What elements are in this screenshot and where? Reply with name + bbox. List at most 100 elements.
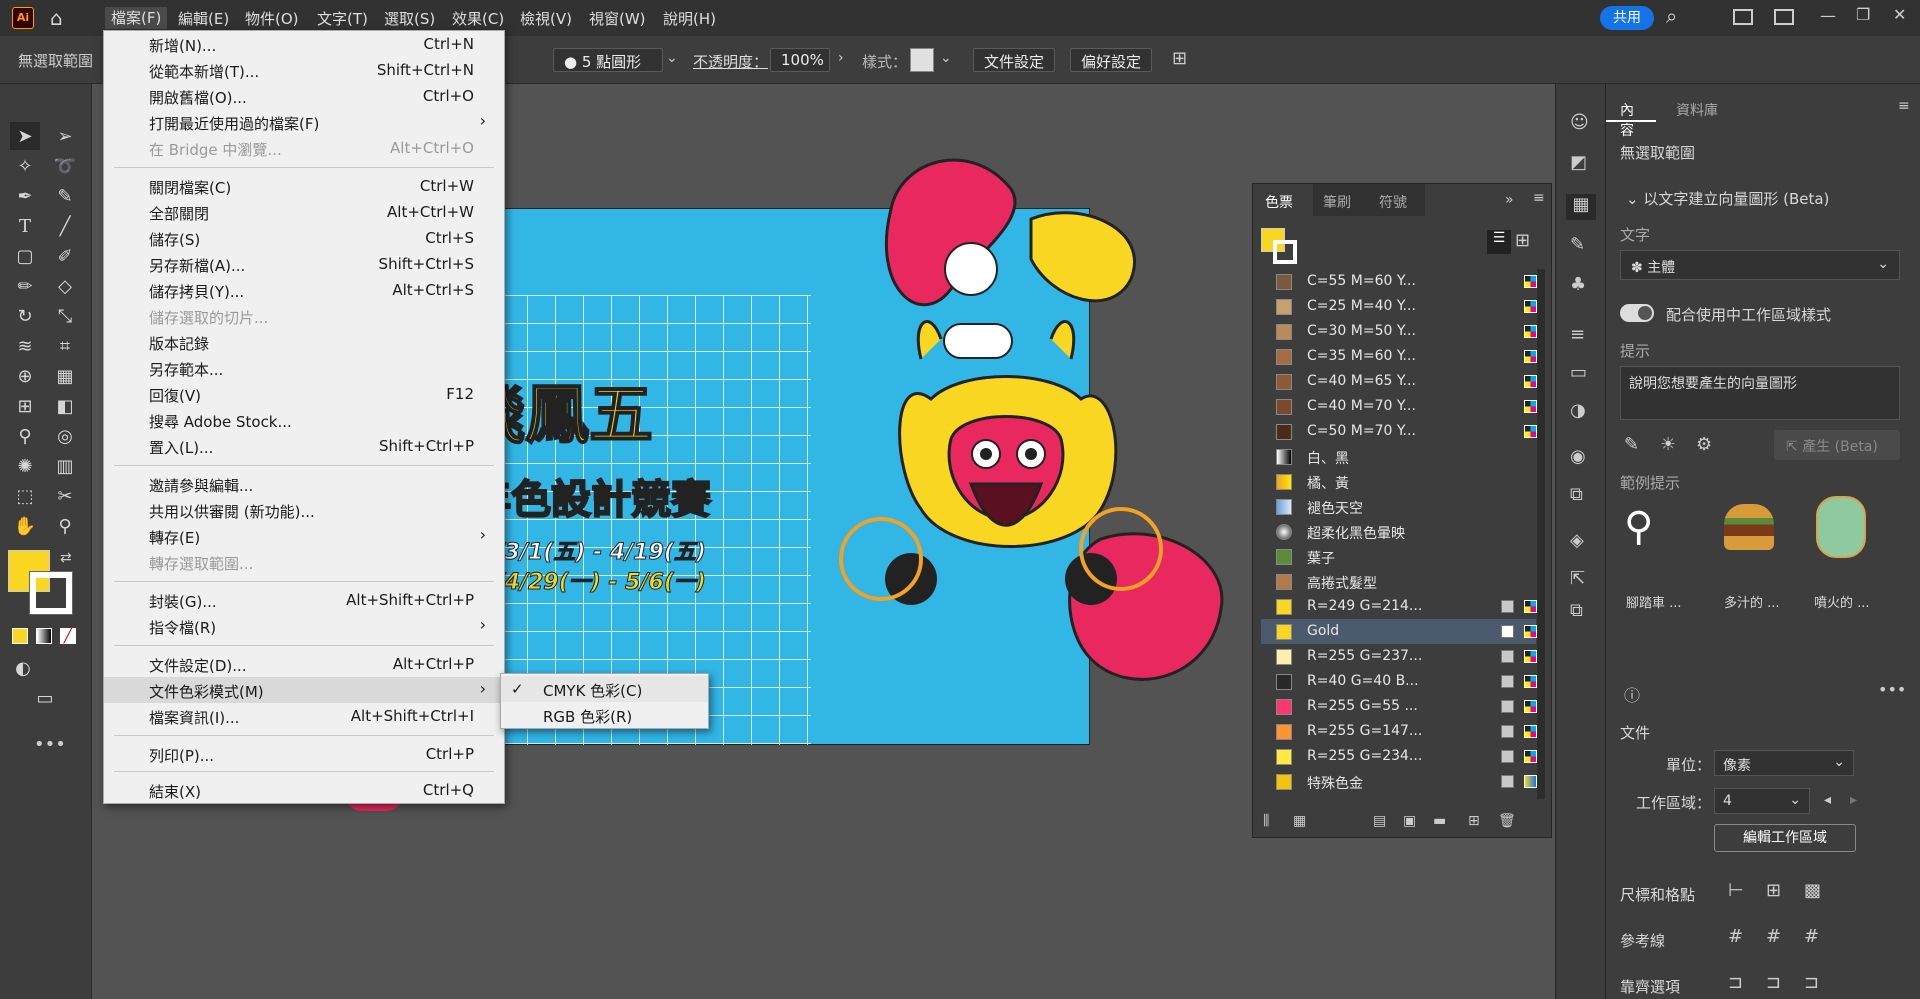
- menu-save-as[interactable]: 另存新檔(A)... Shift+Ctrl+S: [104, 251, 504, 277]
- color-guide-icon[interactable]: ☺: [1570, 112, 1589, 133]
- direct-selection-tool-icon[interactable]: ➢: [50, 122, 80, 150]
- menu-new[interactable]: 新增(N)... Ctrl+N: [104, 31, 504, 57]
- edit-artboards-button[interactable]: 編輯工作區域: [1714, 824, 1856, 852]
- show-kinds-icon[interactable]: ▦: [1293, 813, 1306, 829]
- swatches-panel-icon[interactable]: ▦: [1566, 194, 1596, 220]
- swatch-row[interactable]: R=249 G=214...: [1261, 594, 1537, 619]
- tab-brushes[interactable]: 筆刷: [1313, 184, 1369, 216]
- rotate-icon[interactable]: ↻: [10, 302, 40, 330]
- appearance-icon[interactable]: ◉: [1570, 446, 1586, 467]
- close-icon[interactable]: ✕: [1893, 5, 1906, 24]
- next-artboard-icon[interactable]: ▸: [1850, 792, 1857, 808]
- free-transform-icon[interactable]: ⌗: [50, 332, 80, 360]
- delete-icon[interactable]: 🗑: [1498, 813, 1516, 829]
- more-tools-icon[interactable]: •••: [34, 734, 66, 755]
- smart-guides-icon[interactable]: #: [1804, 926, 1819, 947]
- arrange-icon[interactable]: [1774, 9, 1794, 25]
- mesh-icon[interactable]: ⊞: [10, 392, 40, 420]
- menu-scripts[interactable]: 指令檔(R) ›: [104, 613, 504, 639]
- new-group-icon[interactable]: ▬: [1433, 813, 1446, 829]
- menu-object[interactable]: 物件(O): [245, 8, 299, 29]
- example-burger-icon[interactable]: [1724, 504, 1774, 550]
- swatch-group-row[interactable]: 葉子: [1261, 544, 1536, 569]
- symbol-sprayer-icon[interactable]: ✺: [10, 452, 40, 480]
- swatch-row[interactable]: C=40 M=65 Y...: [1261, 369, 1537, 394]
- search-icon[interactable]: ⌕: [1666, 4, 1677, 28]
- snap-point-icon[interactable]: ⊐: [1728, 972, 1743, 993]
- menu-open-recent[interactable]: 打開最近使用過的檔案(F) ›: [104, 109, 504, 135]
- brushes-panel-icon[interactable]: ✎: [1570, 234, 1585, 255]
- swatch-group-row[interactable]: 超柔化黑色暈映: [1261, 519, 1536, 544]
- menu-type[interactable]: 文字(T): [317, 8, 368, 29]
- warp-icon[interactable]: ≋: [10, 332, 40, 360]
- stroke-panel-icon[interactable]: ≡: [1570, 324, 1585, 345]
- snap-glyph-icon[interactable]: ⊐: [1804, 972, 1819, 993]
- effects-icon[interactable]: ☀: [1660, 434, 1676, 455]
- menu-document-setup[interactable]: 文件設定(D)... Alt+Ctrl+P: [104, 651, 504, 677]
- menu-print[interactable]: 列印(P)... Ctrl+P: [104, 741, 504, 767]
- shape-builder-icon[interactable]: ⊕: [10, 362, 40, 390]
- lock-guides-icon[interactable]: #: [1766, 926, 1781, 947]
- menu-place[interactable]: 置入(L)... Shift+Ctrl+P: [104, 433, 504, 459]
- hand-tool-icon[interactable]: ✋: [10, 512, 40, 540]
- swatch-row[interactable]: C=35 M=60 Y...: [1261, 344, 1537, 369]
- menu-close[interactable]: 關閉檔案(C) Ctrl+W: [104, 173, 504, 199]
- info-icon[interactable]: ⓘ: [1624, 682, 1640, 706]
- artboard-select[interactable]: 4 ⌄: [1714, 788, 1810, 814]
- swatch-row[interactable]: R=255 G=55 ...: [1261, 694, 1537, 719]
- doc-setup-button[interactable]: 文件設定: [973, 48, 1056, 72]
- workspace-icon[interactable]: [1733, 9, 1753, 25]
- selection-tool-icon[interactable]: ➤: [10, 122, 40, 150]
- gradient-panel-icon[interactable]: ◩: [1570, 152, 1587, 173]
- menu-revert[interactable]: 回復(V) F12: [104, 381, 504, 407]
- eraser-icon[interactable]: ◇: [50, 272, 80, 300]
- preferences-button[interactable]: 偏好設定: [1070, 48, 1153, 72]
- menu-open[interactable]: 開啟舊檔(O)... Ctrl+O: [104, 83, 504, 109]
- swatch-scrollbar[interactable]: [1537, 269, 1545, 799]
- menu-file[interactable]: 檔案(F): [105, 7, 168, 29]
- type-tool-icon[interactable]: T: [10, 212, 40, 240]
- layers-icon[interactable]: ◈: [1570, 530, 1584, 551]
- menu-save-template[interactable]: 另存範本...: [104, 355, 504, 381]
- grid-icon[interactable]: ⊞: [1766, 880, 1781, 901]
- menu-save-copy[interactable]: 儲存拷貝(Y)... Alt+Ctrl+S: [104, 277, 504, 303]
- menu-edit[interactable]: 編輯(E): [178, 8, 229, 29]
- menu-export[interactable]: 轉存(E) ›: [104, 523, 504, 549]
- blend-icon[interactable]: ◎: [50, 422, 80, 450]
- swatch-row[interactable]: 特殊色金: [1261, 769, 1537, 794]
- gradient-icon[interactable]: ◧: [50, 392, 80, 420]
- share-button[interactable]: 共用: [1600, 6, 1654, 30]
- menu-view[interactable]: 檢視(V): [520, 8, 572, 29]
- perspective-icon[interactable]: ▦: [50, 362, 80, 390]
- artboards-icon[interactable]: ⧉: [1570, 600, 1583, 621]
- panel-menu-icon[interactable]: ≡: [1533, 190, 1545, 206]
- ai-logo[interactable]: Ai: [12, 7, 34, 29]
- menu-window[interactable]: 視窗(W): [589, 8, 646, 29]
- symbols-panel-icon[interactable]: ♣: [1570, 274, 1586, 295]
- menu-cmyk-color[interactable]: ✓ CMYK 色彩(C): [501, 676, 708, 702]
- menu-effect[interactable]: 效果(C): [452, 8, 504, 29]
- ruler-icon[interactable]: ⊢: [1728, 880, 1744, 901]
- tab-symbols[interactable]: 符號: [1369, 184, 1425, 216]
- gradient-icon[interactable]: ▭: [1570, 362, 1587, 383]
- swatch-group-row[interactable]: 褪色天空: [1261, 494, 1536, 519]
- draw-mode-icon[interactable]: ◐: [8, 654, 38, 682]
- opacity-label[interactable]: 不透明度：: [693, 51, 768, 72]
- swatch-row[interactable]: C=50 M=70 Y...: [1261, 419, 1537, 444]
- panel-menu-icon[interactable]: ≡: [1898, 98, 1910, 114]
- tab-properties[interactable]: 內容: [1606, 94, 1656, 139]
- gradient-mode-icon[interactable]: [36, 628, 52, 644]
- menu-document-color-mode[interactable]: 文件色彩模式(M) ›: [104, 677, 504, 703]
- swatch-row[interactable]: C=30 M=50 Y...: [1261, 319, 1537, 344]
- pen-tool-icon[interactable]: ✒: [10, 182, 40, 210]
- swatch-row-selected[interactable]: Gold: [1261, 619, 1537, 644]
- subject-dropdown[interactable]: ✽ 主體 ⌄: [1620, 250, 1900, 280]
- artboard[interactable]: 飛鳳五 年色設計競賽 24/3/1(五) - 4/19(五) 24/4/29(一…: [460, 158, 1224, 745]
- match-style-toggle[interactable]: [1620, 304, 1654, 322]
- brush-dropdown[interactable]: ● 5 點圓形: [553, 48, 663, 72]
- swatch-group-row[interactable]: 橘、黃: [1261, 469, 1536, 494]
- curvature-icon[interactable]: ✎: [50, 182, 80, 210]
- new-swatch-icon[interactable]: ⊞: [1468, 813, 1480, 829]
- artboard-tool-icon[interactable]: ⬚: [10, 482, 40, 510]
- eyedropper-icon[interactable]: ⚲: [10, 422, 40, 450]
